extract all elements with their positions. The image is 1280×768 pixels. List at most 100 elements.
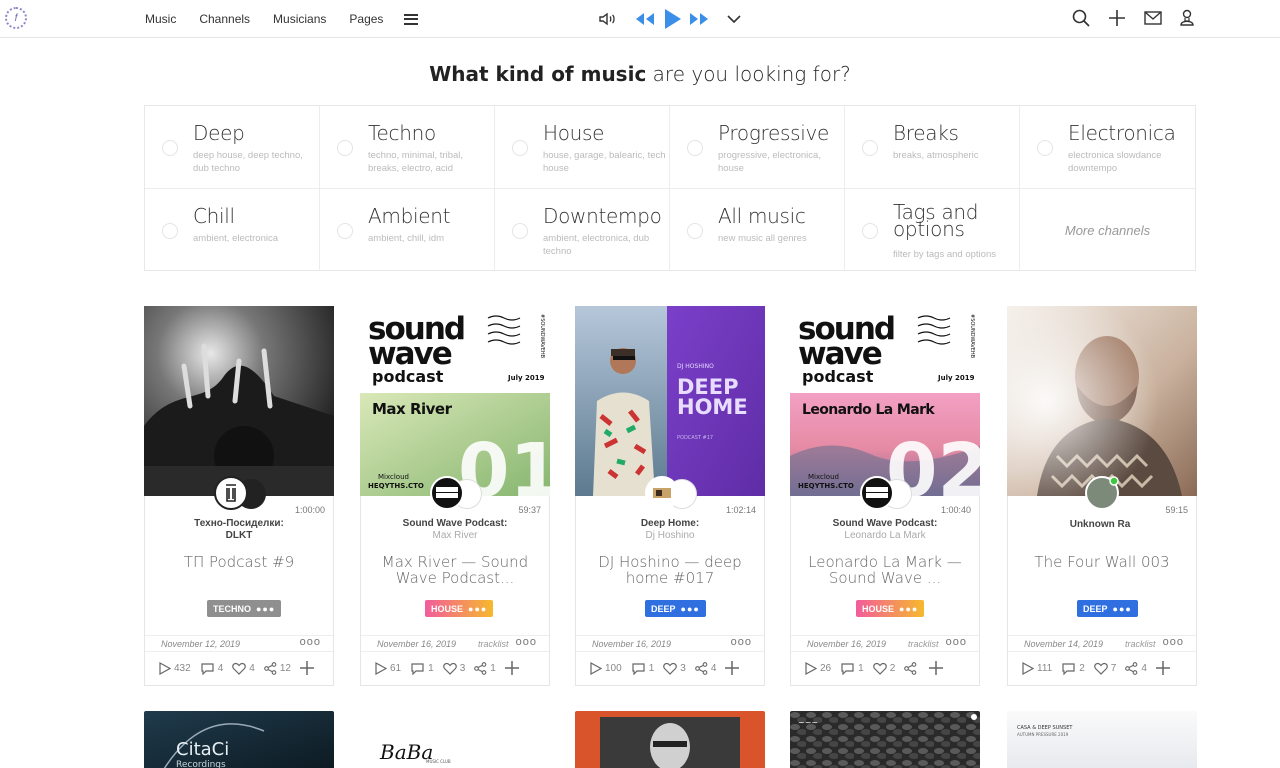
genre-tag[interactable]: HOUSE ●●● [425,600,494,617]
volume-icon[interactable] [598,11,618,27]
comment-stat[interactable]: 4 [200,662,223,675]
radio-icon[interactable] [512,223,528,239]
radio-icon[interactable] [337,140,353,156]
add-icon[interactable] [725,661,740,675]
mix-title[interactable]: DJ Hoshino — deep home #017 [590,554,750,586]
cover-image[interactable]: CASA & DEEP SUNSET AUTUMN PRESSURE 2019 [1007,711,1197,768]
more-options-icon[interactable]: ooo [300,636,321,648]
radio-icon[interactable] [687,223,703,239]
play-stat[interactable]: 432 [159,661,191,675]
nav-music[interactable]: Music [145,12,176,26]
more-options-icon[interactable]: ooo [516,636,537,648]
cover-image[interactable]: sound wave podcast July 2019 #SOUNDWAVEH… [360,306,550,496]
mix-card[interactable]: sound wave podcast July 2019 #SOUNDWAVEH… [790,306,980,686]
menu-icon[interactable] [404,13,419,25]
more-options-icon[interactable]: ooo [946,636,967,648]
more-channels-link[interactable]: More channels [1020,189,1195,271]
previous-icon[interactable] [634,11,656,27]
play-stat[interactable]: 26 [805,661,831,675]
more-options-icon[interactable]: ooo [1163,636,1184,648]
radio-icon[interactable] [862,223,878,239]
cover-image[interactable]: sound wave podcast July 2019 #SOUNDWAVEH… [790,306,980,496]
like-stat[interactable]: 3 [663,662,686,675]
cover-image[interactable]: CitaCi Recordings [144,711,334,768]
like-stat[interactable]: 4 [232,662,255,675]
radio-icon[interactable] [1037,140,1053,156]
mix-card[interactable]: DJ HOSHINO DEEP HOME PODCAST #17 1:02:14… [575,306,765,686]
nav-channels[interactable]: Channels [199,12,250,26]
radio-icon[interactable] [512,140,528,156]
comment-stat[interactable]: 1 [840,662,864,675]
add-icon[interactable] [299,661,314,675]
play-stat[interactable]: 61 [375,661,401,675]
mix-title[interactable]: Leonardo La Mark — Sound Wave ... [805,554,965,586]
like-stat[interactable]: 3 [442,662,465,675]
channel-all-music[interactable]: All music new music all genres [670,189,845,271]
add-icon[interactable] [929,661,944,675]
radio-icon[interactable] [162,140,178,156]
artist-name-2[interactable]: Dj Hoshino [576,530,764,541]
more-options-icon[interactable]: ooo [731,636,752,648]
share-stat[interactable]: 12 [263,661,291,675]
artist-name[interactable]: Sound Wave Podcast: [791,518,979,530]
site-logo[interactable]: f [5,7,27,29]
channel-breaks[interactable]: Breaks breaks, atmospheric [845,106,1020,189]
user-icon[interactable] [1180,9,1194,27]
cover-image[interactable]: ~~~ [790,711,980,768]
channel-electronica[interactable]: Electronica electronica slowdance downtem… [1020,106,1195,189]
cover-image[interactable] [1007,306,1197,496]
artist-avatar[interactable] [860,476,894,510]
cover-image[interactable] [575,711,765,768]
cover-image[interactable]: DJ HOSHINO DEEP HOME PODCAST #17 [575,306,765,496]
radio-icon[interactable] [687,140,703,156]
comment-stat[interactable]: 1 [410,662,434,675]
chevron-down-icon[interactable] [726,13,742,25]
artist-name[interactable]: Deep Home: [576,518,764,530]
cover-image[interactable]: BaBa MUSIC CLUB [360,711,550,768]
genre-tag[interactable]: DEEP ●●● [645,600,706,617]
channel-progressive[interactable]: Progressive progressive, electronica, hou… [670,106,845,189]
nav-pages[interactable]: Pages [349,12,383,26]
channel-downtempo[interactable]: Downtempo ambient, electronica, dub techn… [495,189,670,271]
search-icon[interactable] [1072,9,1090,27]
artist-name[interactable]: Unknown Ra [1006,519,1194,531]
genre-tag[interactable]: TECHNO ●●● [207,600,282,617]
comment-stat[interactable]: 2 [1061,662,1085,675]
tracklist-link[interactable]: tracklist [478,639,509,649]
artist-name[interactable]: Sound Wave Podcast: [361,518,549,530]
nav-musicians[interactable]: Musicians [273,12,326,26]
radio-icon[interactable] [862,140,878,156]
tracklist-link[interactable]: tracklist [908,639,939,649]
mix-title[interactable]: The Four Wall 003 [1022,554,1182,570]
mix-title[interactable]: ТП Podcast #9 [159,554,319,570]
mix-title[interactable]: Max River — Sound Wave Podcast... [375,554,535,586]
like-stat[interactable]: 2 [872,662,895,675]
channel-house[interactable]: House house, garage, balearic, tech house [495,106,670,189]
artist-avatar[interactable] [1085,476,1119,510]
mix-card[interactable]: 59:15 Unknown Ra The Four Wall 003 DEEP ●… [1007,306,1197,686]
like-stat[interactable]: 7 [1093,662,1116,675]
channel-techno[interactable]: Techno techno, minimal, tribal, breaks, e… [320,106,495,189]
channel-tags-options[interactable]: Tags and options filter by tags and optio… [845,189,1020,271]
add-icon[interactable] [504,661,519,675]
play-stat[interactable]: 100 [590,661,622,675]
artist-avatar[interactable] [214,476,248,510]
artist-name-2[interactable]: Leonardo La Mark [791,530,979,541]
add-icon[interactable] [1108,9,1126,27]
radio-icon[interactable] [162,223,178,239]
add-icon[interactable] [1155,661,1170,675]
share-stat[interactable]: 1 [474,661,496,675]
artist-name[interactable]: Техно-Посиделки: [145,518,333,530]
genre-tag[interactable]: DEEP ●●● [1077,600,1138,617]
mix-card[interactable]: sound wave podcast July 2019 #SOUNDWAVEH… [360,306,550,686]
cover-image[interactable] [144,306,334,496]
share-stat[interactable]: 4 [694,661,716,675]
artist-avatar[interactable] [645,476,679,510]
radio-icon[interactable] [337,223,353,239]
artist-name-2[interactable]: DLKT [145,530,333,542]
share-stat[interactable] [904,661,920,675]
channel-ambient[interactable]: Ambient ambient, chill, idm [320,189,495,271]
comment-stat[interactable]: 1 [631,662,654,675]
play-icon[interactable] [662,8,682,30]
play-stat[interactable]: 111 [1022,661,1052,675]
